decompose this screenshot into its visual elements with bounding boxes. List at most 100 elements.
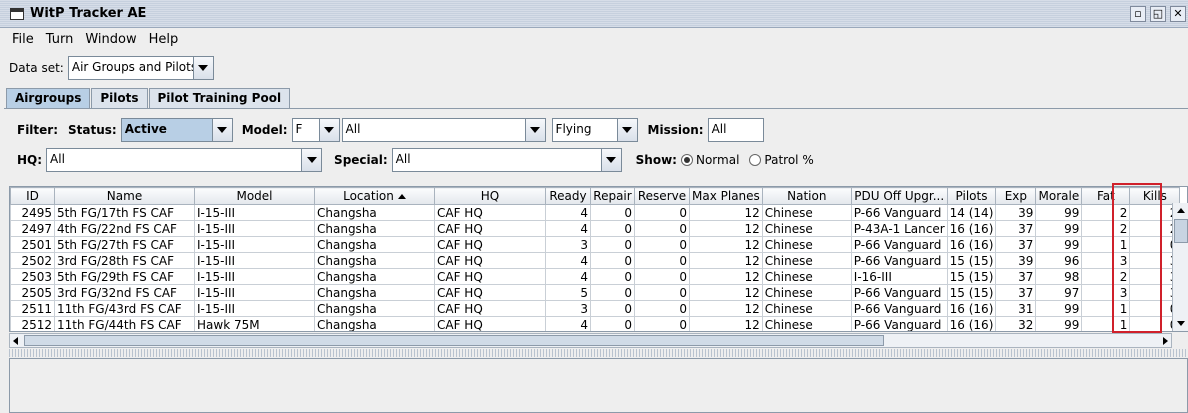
table-cell: I-15-III [194, 268, 315, 285]
table-cell: P-66 Vanguard [850, 236, 948, 253]
column-header-label: Max Planes [692, 189, 760, 203]
table-cell: 4 [545, 204, 591, 221]
menu-window[interactable]: Window [79, 32, 142, 47]
column-header-morale[interactable]: Morale [1035, 187, 1083, 205]
column-header-pilots[interactable]: Pilots [946, 187, 997, 205]
show-patrol-radio[interactable] [749, 154, 762, 166]
dataset-select[interactable]: Air Groups and Pilots [67, 56, 214, 80]
vertical-scroll-thumb[interactable] [1174, 219, 1188, 243]
column-header-exp[interactable]: Exp [995, 187, 1037, 205]
table-cell: 0 [634, 236, 690, 253]
table-row[interactable]: 2505 3rd FG/32nd FS CAF I-15-III Changsha CA… [10, 284, 1181, 301]
column-header-label: Pilots [955, 189, 988, 203]
column-header-kills[interactable]: Kills [1129, 187, 1181, 205]
scroll-right-icon[interactable] [1163, 337, 1168, 345]
column-header-nation[interactable]: Nation [761, 187, 852, 205]
mission-field[interactable]: All [707, 118, 764, 142]
flying-select[interactable]: Flying [551, 118, 638, 142]
minimize-button[interactable]: ▫ [1130, 6, 1146, 22]
table-cell: 0 [634, 300, 690, 317]
column-header-model[interactable]: Model [194, 187, 315, 205]
horizontal-scrollbar[interactable] [9, 333, 1172, 348]
table-cell: 12 [689, 204, 763, 221]
table-cell: 4 [545, 252, 591, 269]
chevron-down-icon[interactable] [600, 149, 621, 171]
model-type-select[interactable]: F [291, 118, 340, 142]
chevron-down-icon[interactable] [301, 149, 322, 171]
table-cell: 0 [634, 220, 690, 237]
maximize-button[interactable]: ◱ [1150, 6, 1166, 22]
table-cell: 0 [590, 220, 635, 237]
close-button[interactable]: ✕ [1170, 6, 1186, 22]
table-row[interactable]: 2503 5th FG/29th FS CAF I-15-III Changsha CA… [10, 268, 1181, 285]
table-cell: 2501 [10, 236, 55, 253]
table-row[interactable]: 2511 11th FG/43rd FS CAF I-15-III Changsha C… [10, 300, 1181, 317]
table-cell: Hawk 75M [194, 316, 315, 331]
column-header-hq[interactable]: HQ [434, 187, 546, 205]
table-cell: 14 (14) [946, 204, 997, 221]
horizontal-scroll-thumb[interactable] [24, 335, 884, 346]
table-cell: I-15-III [194, 236, 315, 253]
chevron-down-icon[interactable] [211, 119, 232, 141]
table-cell: Chinese [761, 236, 852, 253]
table-row[interactable]: 2497 4th FG/22nd FS CAF I-15-III Changsha CA… [10, 220, 1181, 237]
table-row[interactable]: 2495 5th FG/17th FS CAF I-15-III Changsha CA… [10, 204, 1181, 221]
tab-pilot-training-pool[interactable]: Pilot Training Pool [148, 88, 291, 108]
menu-turn[interactable]: Turn [40, 32, 80, 47]
hq-select[interactable]: All [46, 148, 323, 172]
table-cell: 99 [1035, 300, 1083, 317]
table-cell: 37 [995, 284, 1037, 301]
table-cell: 1 [1081, 236, 1131, 253]
show-normal-radio[interactable] [680, 154, 693, 166]
column-header-id[interactable]: ID [10, 187, 55, 205]
table-cell: P-66 Vanguard [850, 284, 948, 301]
special-label: Special: [334, 153, 388, 167]
menu-help[interactable]: Help [143, 32, 185, 47]
model-value: All [345, 122, 361, 136]
table-row[interactable]: 2502 3rd FG/28th FS CAF I-15-III Changsha CA… [10, 252, 1181, 269]
table-cell: Chinese [761, 300, 852, 317]
scroll-left-icon[interactable] [13, 337, 18, 345]
table-cell: 0 [590, 316, 635, 331]
tab-pilots[interactable]: Pilots [91, 88, 148, 108]
status-select[interactable]: Active [120, 118, 233, 142]
column-header-max-planes[interactable]: Max Planes [689, 187, 763, 205]
table-cell: CAF HQ [434, 220, 546, 237]
table-cell: P-66 Vanguard [850, 300, 948, 317]
column-header-location[interactable]: Location [314, 187, 435, 205]
vertical-scrollbar[interactable] [1172, 203, 1188, 331]
table-cell: Changsha [314, 204, 435, 221]
table-cell: 11th FG/43rd FS CAF [54, 300, 195, 317]
column-header-reserve[interactable]: Reserve [634, 187, 690, 205]
window-title: WitP Tracker AE [30, 6, 147, 21]
show-label: Show: [635, 153, 677, 167]
column-header-pdu-off-upgr[interactable]: PDU Off Upgr... [850, 187, 948, 205]
tab-airgroups[interactable]: Airgroups [6, 88, 91, 109]
column-header-name[interactable]: Name [54, 187, 195, 205]
split-pane-divider[interactable] [9, 349, 1188, 357]
table-cell: 2495 [10, 204, 55, 221]
column-header-label: Exp [1004, 189, 1028, 203]
column-header-ready[interactable]: Ready [545, 187, 591, 205]
table-cell: 2511 [10, 300, 55, 317]
table-cell: P-66 Vanguard [850, 316, 948, 331]
table-row[interactable]: 2512 11th FG/44th FS CAF Hawk 75M Changsha C… [10, 316, 1181, 331]
chevron-down-icon[interactable] [192, 57, 213, 79]
special-select[interactable]: All [391, 148, 622, 172]
chevron-down-icon[interactable] [524, 119, 545, 141]
table-cell: 2 [1081, 204, 1131, 221]
chevron-down-icon[interactable] [318, 119, 339, 141]
menu-file[interactable]: File [6, 32, 40, 47]
table-cell: Chinese [761, 252, 852, 269]
table-cell: 3 [545, 300, 591, 317]
column-header-repair[interactable]: Repair [590, 187, 635, 205]
scroll-down-icon[interactable] [1177, 321, 1185, 326]
table-cell: 2505 [10, 284, 55, 301]
model-select[interactable]: All [341, 118, 546, 142]
chevron-down-icon[interactable] [616, 119, 637, 141]
column-header-fat[interactable]: Fat [1081, 187, 1131, 205]
table-row[interactable]: 2501 5th FG/27th FS CAF I-15-III Changsha CA… [10, 236, 1181, 253]
scroll-up-icon[interactable] [1177, 208, 1185, 213]
model-type-value: F [295, 122, 303, 136]
table-cell: 3rd FG/32nd FS CAF [54, 284, 195, 301]
